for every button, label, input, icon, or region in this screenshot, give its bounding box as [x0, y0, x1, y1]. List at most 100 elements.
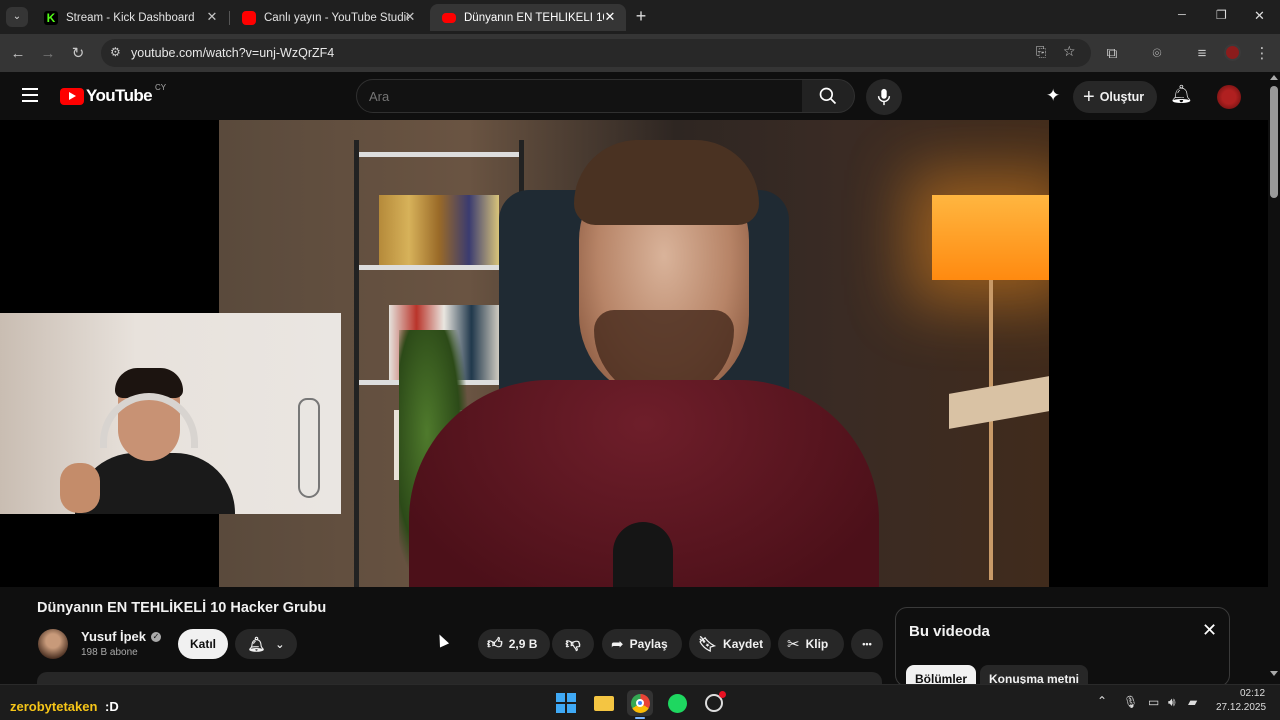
clip-button[interactable]: ✂ Klip: [778, 629, 844, 659]
tab-youtube-video[interactable]: Dünyanın EN TEHLİKELİ 10 Hac ✕: [430, 4, 626, 31]
tab-title: Stream - Kick Dashboard: [66, 11, 195, 24]
headphones-icon: [100, 393, 198, 448]
subscription-bell-button[interactable]: 🔔︎ ⌄: [235, 629, 297, 659]
share-button[interactable]: ➦ Paylaş: [602, 629, 682, 659]
forward-icon[interactable]: →: [38, 43, 58, 63]
tray-network-icon[interactable]: ▭: [1148, 695, 1159, 709]
tray-volume-icon[interactable]: 🔊︎: [1168, 695, 1176, 710]
install-icon[interactable]: ⎘: [1036, 44, 1046, 60]
bookmark-star-icon[interactable]: ☆: [1063, 43, 1076, 60]
close-icon[interactable]: ✕: [402, 9, 418, 25]
channel-avatar[interactable]: [38, 629, 68, 659]
tray-overflow-icon[interactable]: ⌃: [1097, 694, 1107, 708]
chrome-icon[interactable]: [627, 690, 653, 716]
scroll-thumb[interactable]: [1270, 86, 1278, 198]
like-button[interactable]: 👍︎ 2,9 B: [478, 629, 550, 659]
tab-search-button[interactable]: ⌄: [6, 7, 28, 27]
browser-toolbar: ← → ↻ ⚙ youtube.com/watch?v=unj-WzQrZF4 …: [0, 34, 1280, 72]
tray-microphone-icon[interactable]: 🎙︎: [1123, 695, 1138, 709]
panel-close-icon[interactable]: ✕: [1202, 620, 1217, 641]
youtube-logo[interactable]: YouTube CY: [60, 82, 167, 106]
tab-title: Canlı yayın - YouTube Studio: [264, 11, 409, 24]
like-count: 2,9 B: [508, 637, 538, 651]
clock-time[interactable]: 02:12: [1240, 688, 1265, 699]
extensions-icon[interactable]: ⧉: [1102, 43, 1122, 63]
youtube-header: YouTube CY ✦ + Oluştur 🔔︎: [0, 72, 1268, 120]
youtube-studio-icon: [242, 10, 256, 25]
chrome-active-indicator: [635, 717, 645, 719]
streamer-tag: zerobytetaken :D: [10, 699, 119, 714]
guitar: [298, 398, 320, 498]
more-icon: •••: [862, 639, 872, 649]
notifications-bell-icon[interactable]: 🔔︎: [1170, 84, 1193, 105]
chevron-down-icon: ⌄: [275, 638, 285, 651]
bookmark-icon: 🔖︎: [698, 636, 718, 653]
media-control-icon[interactable]: ≡: [1192, 43, 1212, 63]
file-explorer-icon[interactable]: [591, 690, 617, 716]
microphone-icon: [877, 88, 891, 106]
url-text: youtube.com/watch?v=unj-WzQrZF4: [131, 46, 335, 60]
site-info-icon[interactable]: ⚙: [110, 45, 121, 59]
profile-avatar[interactable]: [1224, 44, 1241, 61]
minimize-icon[interactable]: ─: [1178, 9, 1186, 21]
tray-battery-icon[interactable]: ▰: [1188, 695, 1197, 709]
hamburger-menu-icon[interactable]: [22, 88, 38, 102]
streamer-name: zerobytetaken: [10, 699, 98, 714]
youtube-icon: [442, 12, 456, 23]
lamp-stand: [989, 280, 993, 580]
tab-youtube-studio[interactable]: Canlı yayın - YouTube Studio ✕: [230, 4, 426, 31]
create-button[interactable]: + Oluştur: [1073, 81, 1157, 113]
dislike-button[interactable]: 👎︎: [552, 629, 594, 659]
create-label: Oluştur: [1099, 90, 1145, 104]
search-button[interactable]: [802, 79, 855, 113]
maximize-icon[interactable]: ❐: [1216, 8, 1227, 22]
kick-icon: K: [44, 10, 58, 25]
plus-icon: +: [1083, 86, 1095, 108]
video-frame: [219, 120, 1049, 587]
scroll-down-icon[interactable]: [1270, 671, 1278, 676]
webcam-overlay: [0, 313, 341, 514]
tab-kick-dashboard[interactable]: K Stream - Kick Dashboard ✕: [32, 4, 228, 31]
subscriber-count: 198 B abone: [81, 647, 138, 658]
reload-icon[interactable]: ↻: [68, 43, 88, 63]
channel-name[interactable]: Yusuf İpek ✓: [81, 629, 162, 644]
save-label: Kaydet: [723, 637, 764, 651]
address-bar[interactable]: ⚙ youtube.com/watch?v=unj-WzQrZF4 ⎘ ☆: [101, 39, 1091, 67]
channel-name-text: Yusuf İpek: [81, 629, 147, 644]
video-player[interactable]: [0, 120, 1268, 587]
account-avatar[interactable]: [1217, 85, 1241, 109]
clock-date[interactable]: 27.12.2025: [1216, 702, 1266, 713]
video-title: Dünyanın EN TEHLİKELİ 10 Hacker Grubu: [37, 600, 327, 616]
scroll-up-icon[interactable]: [1270, 75, 1278, 80]
window-close-icon[interactable]: ✕: [1254, 8, 1265, 24]
search-input[interactable]: [369, 87, 789, 105]
close-icon[interactable]: ✕: [204, 9, 220, 25]
app-icon[interactable]: [701, 690, 727, 716]
search-box[interactable]: [356, 79, 803, 113]
piano-desk: [949, 376, 1049, 429]
country-code: CY: [155, 82, 167, 92]
thumbs-up-icon: 👍︎: [487, 635, 503, 652]
page-scrollbar[interactable]: [1268, 72, 1280, 684]
voice-search-button[interactable]: [866, 79, 902, 115]
more-actions-button[interactable]: •••: [851, 629, 883, 659]
verified-check-icon: ✓: [151, 631, 162, 642]
bell-icon: 🔔︎: [247, 635, 266, 652]
share-icon: ➦: [611, 636, 624, 653]
screenshot-icon[interactable]: ⌾: [1147, 43, 1167, 63]
share-label: Paylaş: [629, 637, 668, 651]
gemini-sparkle-icon[interactable]: ✦: [1046, 86, 1060, 106]
windows-start-icon[interactable]: [553, 690, 579, 716]
save-button[interactable]: 🔖︎ Kaydet: [689, 629, 771, 659]
spotify-icon[interactable]: [664, 690, 690, 716]
new-tab-button[interactable]: +: [632, 6, 650, 27]
back-icon[interactable]: ←: [8, 43, 28, 63]
menu-icon[interactable]: ⋮: [1252, 43, 1272, 63]
youtube-play-icon: [60, 87, 84, 105]
search-icon: [819, 87, 837, 105]
mouse-cursor-icon: [434, 632, 450, 648]
browser-tab-strip: ⌄ K Stream - Kick Dashboard ✕ Canlı yayı…: [0, 0, 1280, 34]
youtube-wordmark: YouTube: [86, 86, 153, 105]
close-icon[interactable]: ✕: [602, 9, 618, 25]
join-button[interactable]: Katıl: [178, 629, 228, 659]
